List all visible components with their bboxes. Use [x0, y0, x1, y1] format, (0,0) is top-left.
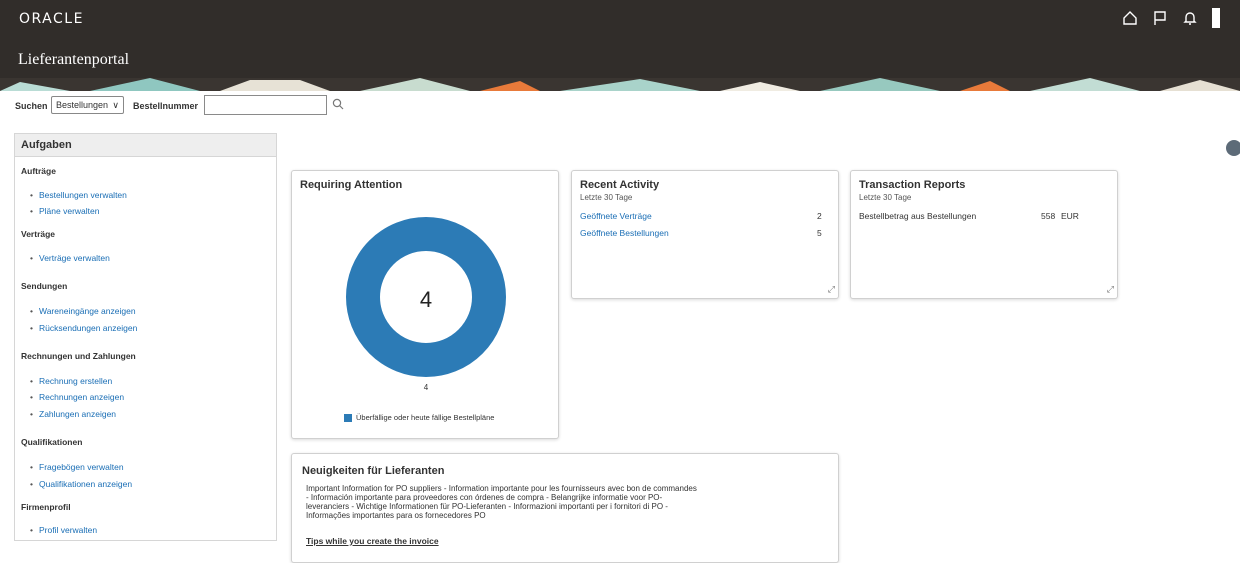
search-icon[interactable] [332, 97, 344, 115]
donut-value-label: 4 [423, 383, 429, 392]
order-amount-currency: EUR [1061, 211, 1079, 221]
search-label: Suchen [15, 101, 48, 111]
group-shipments: Sendungen [21, 281, 68, 291]
bell-icon[interactable] [1182, 10, 1198, 26]
requiring-attention-card: Requiring Attention 4 4 Überfällige oder… [291, 170, 559, 439]
link-manage-contracts[interactable]: Verträge verwalten [30, 253, 110, 263]
link-view-invoices[interactable]: Rechnungen anzeigen [30, 392, 124, 402]
search-bar: Suchen Bestellungen ∨ Bestellnummer [0, 91, 1240, 123]
news-line: - Información importante para proveedore… [306, 493, 663, 502]
donut-center-value: 4 [419, 287, 433, 312]
recent-activity-subtitle: Letzte 30 Tage [580, 193, 633, 202]
group-company-profile: Firmenprofil [21, 502, 71, 512]
oracle-logo[interactable]: ORACLE [19, 11, 84, 27]
link-opened-contracts[interactable]: Geöffnete Verträge [580, 211, 652, 221]
link-manage-plans[interactable]: Pläne verwalten [30, 206, 100, 216]
link-opened-orders[interactable]: Geöffnete Bestellungen [580, 228, 669, 238]
link-view-returns[interactable]: Rücksendungen anzeigen [30, 323, 137, 333]
transaction-reports-subtitle: Letzte 30 Tage [859, 193, 912, 202]
order-number-label: Bestellnummer [133, 101, 199, 111]
news-line: leveranciers - Wichtige Informationen fü… [306, 502, 668, 511]
requiring-attention-title: Requiring Attention [300, 179, 403, 191]
header-icons [1122, 8, 1220, 28]
tasks-title: Aufgaben [15, 134, 276, 157]
title-bar: Lieferantenportal [0, 37, 1240, 78]
group-orders: Aufträge [21, 166, 56, 176]
search-type-select[interactable]: Bestellungen ∨ [51, 96, 124, 114]
link-manage-questionnaires[interactable]: Fragebögen verwalten [30, 462, 124, 472]
expand-icon[interactable]: ⤢ [828, 284, 835, 295]
link-view-receipts[interactable]: Wareneingänge anzeigen [30, 306, 136, 316]
recent-activity-title: Recent Activity [580, 179, 660, 191]
home-icon[interactable] [1122, 10, 1138, 26]
user-menu-button[interactable] [1212, 8, 1220, 28]
flag-icon[interactable] [1152, 10, 1168, 26]
news-line: Informações importantes para os forneced… [306, 511, 486, 520]
opened-contracts-count: 2 [817, 211, 822, 221]
expand-icon[interactable]: ⤢ [1107, 284, 1114, 295]
opened-orders-count: 5 [817, 228, 822, 238]
order-amount-value: 558 [1041, 211, 1056, 221]
supplier-news-body: Important Information for PO suppliers -… [306, 484, 766, 520]
invoice-tips-link[interactable]: Tips while you create the invoice [306, 536, 439, 546]
supplier-news-title: Neuigkeiten für Lieferanten [302, 465, 445, 477]
decorative-banner [0, 78, 1240, 91]
order-amount-label: Bestellbetrag aus Bestellungen [859, 211, 977, 221]
link-manage-orders[interactable]: Bestellungen verwalten [30, 190, 127, 200]
group-contracts: Verträge [21, 229, 56, 239]
group-invoices-payments: Rechnungen und Zahlungen [21, 351, 136, 361]
app-title: Lieferantenportal [18, 51, 130, 68]
group-qualifications: Qualifikationen [21, 437, 83, 447]
supplier-news-card: Neuigkeiten für Lieferanten Important In… [291, 453, 839, 563]
link-manage-profile[interactable]: Profil verwalten [30, 525, 97, 535]
transaction-reports-card: Transaction Reports Letzte 30 Tage Beste… [850, 170, 1118, 299]
legend-swatch [344, 414, 352, 422]
news-line: Important Information for PO suppliers -… [306, 484, 697, 493]
transaction-reports-title: Transaction Reports [859, 179, 966, 191]
link-create-invoice[interactable]: Rechnung erstellen [30, 376, 112, 386]
chevron-down-icon: ∨ [112, 100, 119, 110]
recent-activity-card: Recent Activity Letzte 30 Tage Geöffnete… [571, 170, 839, 299]
legend-label: Überfällige oder heute fällige Bestellpl… [356, 413, 495, 422]
search-type-value: Bestellungen [56, 100, 109, 110]
link-view-payments[interactable]: Zahlungen anzeigen [30, 409, 116, 419]
order-number-input[interactable] [204, 95, 327, 115]
tasks-panel: Aufgaben Aufträge Bestellungen verwalten… [14, 133, 277, 541]
side-panel-toggle-button[interactable] [1226, 140, 1240, 156]
top-bar: ORACLE [0, 0, 1240, 37]
link-view-qualifications[interactable]: Qualifikationen anzeigen [30, 479, 132, 489]
